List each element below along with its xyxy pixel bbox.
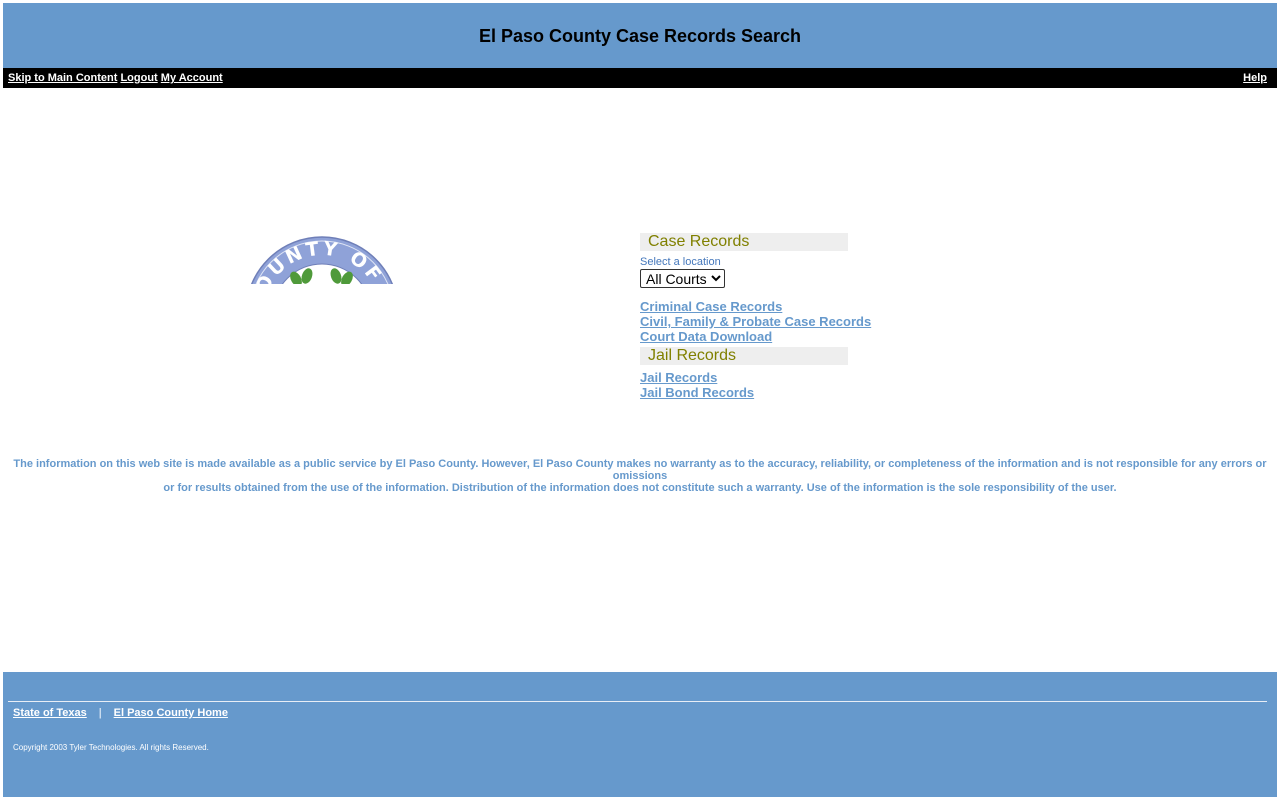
page-frame: El Paso County Case Records Search Skip … — [3, 3, 1277, 797]
civil-family-probate-records-link[interactable]: Civil, Family & Probate Case Records — [640, 314, 940, 329]
disclaimer-line-1: The information on this web site is made… — [13, 458, 1267, 482]
page-footer: State of Texas | El Paso County Home Copyr… — [3, 672, 1277, 797]
copyright-text: Copyright 2003 Tyler Technologies. All r… — [13, 743, 209, 752]
help-link[interactable]: Help — [1243, 72, 1267, 84]
location-label: Select a location — [640, 256, 721, 268]
footer-separator: | — [98, 707, 102, 719]
skip-to-main-content-link[interactable]: Skip to Main Content — [8, 72, 117, 84]
court-data-download-link[interactable]: Court Data Download — [640, 329, 940, 344]
county-seal-logo: COUNTY OF EL — [246, 235, 399, 284]
el-paso-county-home-link[interactable]: El Paso County Home — [114, 707, 228, 719]
location-select[interactable]: All Courts — [640, 269, 725, 288]
my-account-link[interactable]: My Account — [161, 72, 223, 84]
disclaimer-text: The information on this web site is made… — [3, 458, 1277, 494]
footer-links: State of Texas | El Paso County Home — [13, 707, 228, 719]
page-header: El Paso County Case Records Search — [3, 3, 1277, 68]
logout-link[interactable]: Logout — [120, 72, 157, 84]
case-records-header: Case Records — [640, 233, 848, 251]
jail-records-links: Jail Records Jail Bond Records — [640, 370, 940, 400]
state-of-texas-link[interactable]: State of Texas — [13, 707, 87, 719]
footer-divider — [8, 701, 1267, 702]
jail-records-link[interactable]: Jail Records — [640, 370, 940, 385]
county-seal-icon: COUNTY OF EL — [246, 235, 394, 284]
case-records-links: Criminal Case Records Civil, Family & Pr… — [640, 299, 940, 344]
nav-bar: Skip to Main Content Logout My Account H… — [3, 68, 1277, 88]
criminal-case-records-link[interactable]: Criminal Case Records — [640, 299, 940, 314]
page-title: El Paso County Case Records Search — [478, 25, 802, 46]
nav-left-group: Skip to Main Content Logout My Account — [8, 72, 223, 84]
jail-bond-records-link[interactable]: Jail Bond Records — [640, 385, 940, 400]
disclaimer-line-2: or for results obtained from the use of … — [163, 482, 1117, 494]
records-panel: Case Records Select a location All Court… — [640, 233, 940, 400]
jail-records-header: Jail Records — [640, 347, 848, 365]
nav-right-group: Help — [1243, 72, 1267, 84]
